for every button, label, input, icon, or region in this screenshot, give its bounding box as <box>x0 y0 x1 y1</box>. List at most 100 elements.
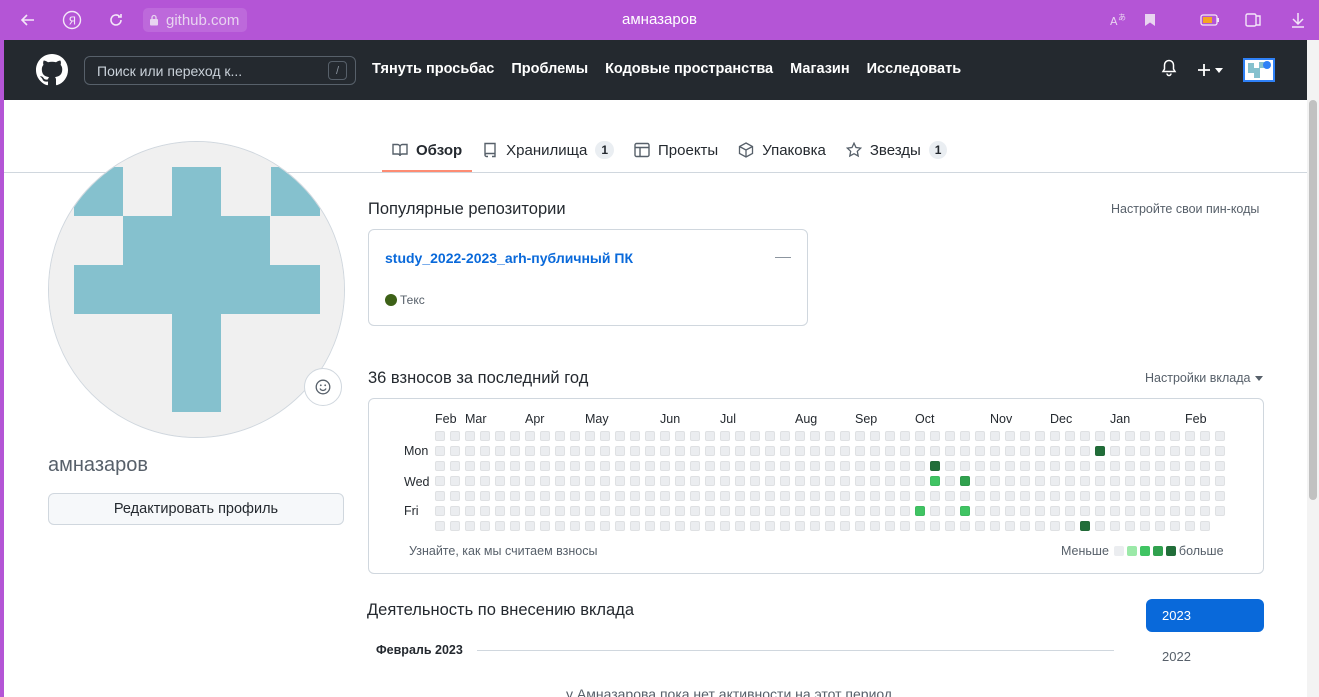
contribution-day-cell[interactable] <box>990 491 1000 501</box>
contribution-day-cell[interactable] <box>990 476 1000 486</box>
nav-explore[interactable]: Исследовать <box>867 61 962 77</box>
contribution-day-cell[interactable] <box>840 491 850 501</box>
contribution-day-cell[interactable] <box>1080 521 1090 531</box>
contribution-day-cell[interactable] <box>765 446 775 456</box>
contribution-day-cell[interactable] <box>765 491 775 501</box>
contribution-day-cell[interactable] <box>810 521 820 531</box>
contribution-day-cell[interactable] <box>660 461 670 471</box>
contribution-day-cell[interactable] <box>885 461 895 471</box>
contribution-day-cell[interactable] <box>825 431 835 441</box>
contribution-day-cell[interactable] <box>675 506 685 516</box>
contribution-day-cell[interactable] <box>660 476 670 486</box>
contribution-day-cell[interactable] <box>720 506 730 516</box>
bell-icon[interactable] <box>1161 59 1177 82</box>
contribution-day-cell[interactable] <box>1140 491 1150 501</box>
contribution-day-cell[interactable] <box>630 446 640 456</box>
contribution-day-cell[interactable] <box>720 431 730 441</box>
contribution-day-cell[interactable] <box>510 506 520 516</box>
contribution-day-cell[interactable] <box>765 476 775 486</box>
contribution-day-cell[interactable] <box>1065 446 1075 456</box>
contribution-day-cell[interactable] <box>495 491 505 501</box>
contribution-day-cell[interactable] <box>1095 446 1105 456</box>
contribution-day-cell[interactable] <box>765 521 775 531</box>
contribution-day-cell[interactable] <box>750 491 760 501</box>
contribution-day-cell[interactable] <box>795 491 805 501</box>
contribution-day-cell[interactable] <box>1170 506 1180 516</box>
contribution-day-cell[interactable] <box>465 521 475 531</box>
contribution-day-cell[interactable] <box>930 521 940 531</box>
contribution-day-cell[interactable] <box>645 506 655 516</box>
contribution-day-cell[interactable] <box>960 506 970 516</box>
contribution-day-cell[interactable] <box>660 491 670 501</box>
contribution-day-cell[interactable] <box>795 506 805 516</box>
contribution-day-cell[interactable] <box>465 446 475 456</box>
contribution-day-cell[interactable] <box>750 446 760 456</box>
contribution-day-cell[interactable] <box>705 476 715 486</box>
contribution-day-cell[interactable] <box>915 476 925 486</box>
contribution-day-cell[interactable] <box>1125 521 1135 531</box>
contribution-day-cell[interactable] <box>855 491 865 501</box>
set-status-button[interactable] <box>304 368 342 406</box>
contribution-day-cell[interactable] <box>1020 491 1030 501</box>
contribution-day-cell[interactable] <box>885 506 895 516</box>
tab-stars[interactable]: Звезды 1 <box>836 128 958 172</box>
contribution-day-cell[interactable] <box>930 431 940 441</box>
contribution-day-cell[interactable] <box>1035 431 1045 441</box>
contribution-day-cell[interactable] <box>1005 506 1015 516</box>
contribution-day-cell[interactable] <box>1095 521 1105 531</box>
back-arrow-icon[interactable] <box>16 8 40 32</box>
search-box[interactable]: / <box>84 56 356 85</box>
contribution-day-cell[interactable] <box>1185 521 1195 531</box>
contribution-day-cell[interactable] <box>735 446 745 456</box>
contribution-day-cell[interactable] <box>1170 476 1180 486</box>
contribution-day-cell[interactable] <box>570 491 580 501</box>
contribution-day-cell[interactable] <box>705 461 715 471</box>
nav-marketplace[interactable]: Магазин <box>790 61 849 77</box>
reload-icon[interactable] <box>104 8 128 32</box>
page-scrollbar[interactable] <box>1307 40 1319 697</box>
contribution-day-cell[interactable] <box>990 446 1000 456</box>
contribution-day-cell[interactable] <box>1185 491 1195 501</box>
contribution-day-cell[interactable] <box>720 476 730 486</box>
contribution-day-cell[interactable] <box>1185 446 1195 456</box>
contribution-day-cell[interactable] <box>630 461 640 471</box>
contribution-day-cell[interactable] <box>435 446 445 456</box>
contribution-day-cell[interactable] <box>1005 446 1015 456</box>
contribution-day-cell[interactable] <box>840 476 850 486</box>
contribution-day-cell[interactable] <box>1215 476 1225 486</box>
contribution-day-cell[interactable] <box>1005 476 1015 486</box>
contribution-day-cell[interactable] <box>465 476 475 486</box>
contribution-day-cell[interactable] <box>480 491 490 501</box>
contribution-day-cell[interactable] <box>1095 476 1105 486</box>
contribution-day-cell[interactable] <box>705 431 715 441</box>
contribution-day-cell[interactable] <box>660 506 670 516</box>
contribution-day-cell[interactable] <box>600 431 610 441</box>
year-2022-link[interactable]: 2022 <box>1162 649 1191 664</box>
contribution-day-cell[interactable] <box>900 476 910 486</box>
contribution-day-cell[interactable] <box>555 431 565 441</box>
contribution-day-cell[interactable] <box>1020 476 1030 486</box>
contribution-day-cell[interactable] <box>1170 446 1180 456</box>
contribution-day-cell[interactable] <box>555 461 565 471</box>
contribution-day-cell[interactable] <box>705 521 715 531</box>
contribution-day-cell[interactable] <box>975 461 985 471</box>
battery-icon[interactable] <box>1198 8 1222 32</box>
contribution-day-cell[interactable] <box>945 461 955 471</box>
contribution-day-cell[interactable] <box>630 431 640 441</box>
contribution-day-cell[interactable] <box>915 506 925 516</box>
contribution-day-cell[interactable] <box>1110 491 1120 501</box>
contribution-day-cell[interactable] <box>855 506 865 516</box>
contribution-day-cell[interactable] <box>930 476 940 486</box>
contribution-day-cell[interactable] <box>840 521 850 531</box>
contribution-day-cell[interactable] <box>675 461 685 471</box>
contribution-day-cell[interactable] <box>885 431 895 441</box>
contribution-day-cell[interactable] <box>1125 446 1135 456</box>
contribution-day-cell[interactable] <box>960 461 970 471</box>
contribution-day-cell[interactable] <box>795 476 805 486</box>
contribution-day-cell[interactable] <box>1095 461 1105 471</box>
contribution-day-cell[interactable] <box>1005 521 1015 531</box>
contribution-day-cell[interactable] <box>960 521 970 531</box>
contribution-day-cell[interactable] <box>1110 506 1120 516</box>
contribution-day-cell[interactable] <box>960 491 970 501</box>
contribution-day-cell[interactable] <box>1080 446 1090 456</box>
